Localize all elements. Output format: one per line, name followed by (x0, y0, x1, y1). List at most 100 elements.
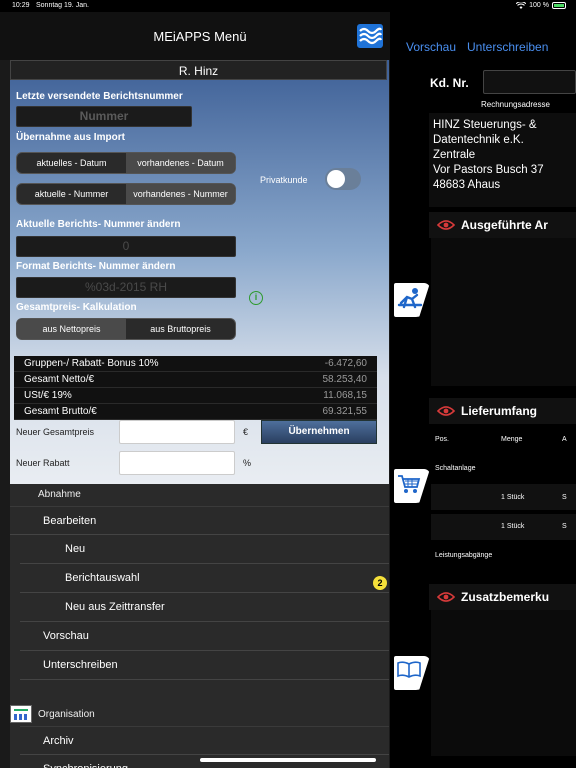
seg-from-gross[interactable]: aus Bruttopreis (126, 319, 235, 339)
table-row: Gesamt Brutto/€ 69.321,55 (14, 404, 377, 420)
app-root: 10:29 Sonntag 19. Jan. 100 % MEiAPPS Men… (0, 0, 576, 768)
executed-work-title: Ausgeführte Ar (461, 218, 548, 232)
total-calc-label: Gesamtpreis- Kalkulation (16, 302, 137, 313)
eye-icon (437, 592, 455, 602)
menu-item-unterschreiben[interactable]: Unterschreiben (20, 651, 389, 680)
book-icon (397, 661, 421, 678)
new-discount-input[interactable] (119, 451, 235, 475)
table-row: USt/€ 19% 11.068,15 (14, 388, 377, 404)
customer-number-label: Kd. Nr. (430, 76, 469, 90)
row-schaltanlage: Schaltanlage (435, 465, 476, 472)
battery-percent: 100 % (529, 2, 549, 9)
apply-button[interactable]: Übernehmen (261, 420, 377, 444)
column-a: A (562, 436, 567, 443)
address-line: Vor Pastors Busch 37 (433, 164, 544, 176)
status-date: Sonntag 19. Jan. (36, 2, 89, 9)
seg-from-net[interactable]: aus Nettopreis (17, 319, 126, 339)
menu-header: MEiAPPS Menü (0, 12, 390, 60)
report-number-field[interactable]: 0 (16, 236, 236, 257)
seg-existing-number[interactable]: vorhandenes - Nummer (126, 184, 235, 204)
status-time: 10:29 (12, 2, 30, 9)
seg-current-number[interactable]: aktuelle - Nummer (17, 184, 126, 204)
private-customer-toggle[interactable] (325, 168, 361, 190)
battery-icon (552, 2, 566, 9)
report-settings-sheet: R. Hinz Letzte versendete Berichtsnummer… (10, 60, 389, 484)
import-label: Übernahme aus Import (16, 132, 125, 143)
sign-link[interactable]: Unterschreiben (467, 40, 548, 54)
format-label: Format Berichts- Nummer ändern (16, 261, 176, 272)
seg-current-date[interactable]: aktuelles - Datum (17, 153, 126, 173)
section-organisation: Organisation (38, 709, 95, 720)
private-customer-label: Privatkunde (260, 175, 308, 185)
last-report-label: Letzte versendete Berichtsnummer (16, 91, 183, 102)
seg-existing-date[interactable]: vorhandenes - Datum (126, 153, 235, 173)
sum-value: -6.472,60 (324, 358, 367, 369)
invoice-address-label: Rechnungsadresse (481, 100, 550, 109)
info-icon[interactable]: i (249, 291, 263, 305)
address-line: HINZ Steuerungs- & (433, 119, 537, 131)
percent-unit: % (243, 458, 252, 468)
table-row: Gruppen-/ Rabatt- Bonus 10% -6.472,60 (14, 356, 377, 372)
menu-item-bearbeiten[interactable]: Bearbeiten (10, 506, 389, 535)
cart-icon (398, 475, 421, 493)
executed-work-area[interactable] (431, 238, 576, 386)
extra-notes-header[interactable]: Zusatzbemerku (429, 584, 576, 610)
extra-notes-area[interactable] (431, 610, 576, 756)
column-pos: Pos. (435, 436, 450, 443)
customer-number-input[interactable] (483, 70, 576, 94)
address-line: 48683 Ahaus (433, 179, 501, 191)
new-total-label: Neuer Gesamtpreis (16, 427, 95, 437)
menu-title: MEiAPPS Menü (153, 29, 247, 44)
table-row: Gesamt Netto/€ 58.253,40 (14, 372, 377, 388)
worker-icon (397, 288, 423, 309)
number-format-field[interactable]: %03d-2015 RH (16, 277, 236, 298)
address-line: Zentrale (433, 149, 476, 161)
menu-item-archiv[interactable]: Archiv (20, 726, 389, 755)
home-indicator[interactable] (200, 758, 376, 762)
new-total-input[interactable] (119, 420, 235, 444)
row-qty: 1 Stück (501, 523, 525, 530)
date-import-segment: aktuelles - Datum vorhandenes - Datum (16, 152, 236, 174)
row-qty: 1 Stück (501, 494, 525, 501)
scope-header[interactable]: Lieferumfang (429, 398, 576, 424)
sheet-title: R. Hinz (10, 60, 387, 80)
sum-label: Gruppen-/ Rabatt- Bonus 10% (24, 358, 159, 369)
wifi-icon (516, 2, 527, 9)
menu-item-neu[interactable]: Neu (20, 535, 389, 564)
section-abnahme: Abnahme (38, 489, 81, 500)
report-panel: Vorschau Unterschreiben Kd. Nr. Rechnung… (390, 12, 576, 768)
executed-work-header[interactable]: Ausgeführte Ar (429, 212, 576, 238)
waves-icon[interactable] (357, 24, 383, 48)
sum-value: 11.068,15 (323, 390, 367, 401)
preview-link[interactable]: Vorschau (406, 40, 456, 54)
menu-item-berichtauswahl[interactable]: Berichtauswahl (20, 564, 389, 593)
last-report-field[interactable]: Nummer (16, 106, 192, 127)
eye-icon (437, 220, 455, 230)
row-s: S (562, 523, 567, 530)
number-import-segment: aktuelle - Nummer vorhandenes - Nummer (16, 183, 236, 205)
invoice-address-box[interactable]: HINZ Steuerungs- & Datentechnik e.K. Zen… (429, 113, 576, 207)
organisation-icon (10, 705, 32, 723)
address-line: Datentechnik e.K. (433, 134, 524, 146)
sum-label: Gesamt Brutto/€ (24, 406, 97, 417)
price-basis-segment: aus Nettopreis aus Bruttopreis (16, 318, 236, 340)
change-number-label: Aktuelle Berichts- Nummer ändern (16, 219, 181, 230)
menu-panel: MEiAPPS Menü R. Hinz Letzte versendete B… (0, 12, 390, 768)
sum-label: USt/€ 19% (24, 390, 72, 401)
toggle-knob (327, 170, 345, 188)
menu-item-neu-zeittransfer[interactable]: Neu aus Zeittransfer (20, 593, 389, 622)
sum-value: 58.253,40 (322, 374, 368, 385)
column-qty: Menge (501, 436, 523, 443)
row-s: S (562, 494, 567, 501)
status-right: 100 % (516, 2, 566, 9)
totals-table: Gruppen-/ Rabatt- Bonus 10% -6.472,60 Ges… (14, 356, 377, 420)
sum-label: Gesamt Netto/€ (24, 374, 95, 385)
sum-value: 69.321,55 (322, 406, 368, 417)
new-discount-label: Neuer Rabatt (16, 458, 70, 468)
notification-badge[interactable]: 2 (373, 576, 387, 590)
menu-list: Abnahme Bearbeiten Neu Berichtauswahl Ne… (10, 484, 389, 768)
status-bar: 10:29 Sonntag 19. Jan. 100 % (0, 0, 576, 12)
menu-item-vorschau[interactable]: Vorschau (20, 622, 389, 651)
currency-unit: € (243, 427, 249, 437)
extra-notes-title: Zusatzbemerku (461, 590, 550, 604)
